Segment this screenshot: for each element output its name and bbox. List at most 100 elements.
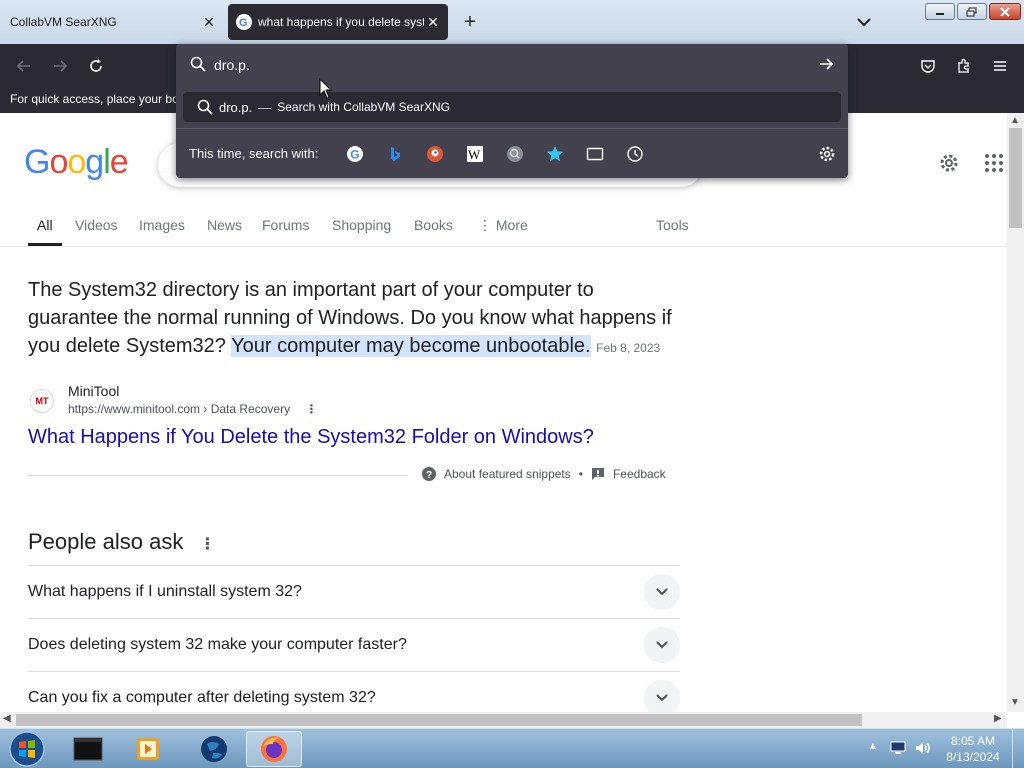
tab-books[interactable]: Books: [414, 217, 453, 233]
tab-images[interactable]: Images: [139, 217, 185, 233]
searxng-icon[interactable]: [504, 143, 526, 165]
paa-question-text: Can you fix a computer after deleting sy…: [28, 689, 376, 706]
horizontal-scrollbar-thumb[interactable]: [16, 714, 862, 726]
system-clock[interactable]: 8:05 AM 8/13/2024: [940, 733, 1006, 765]
tabs-icon[interactable]: [584, 143, 606, 165]
paa-question[interactable]: Does deleting system 32 make your comput…: [28, 618, 680, 671]
about-featured-snippets-link[interactable]: About featured snippets: [444, 467, 571, 481]
snippet-highlight: Your computer may become unbootable.: [231, 335, 591, 357]
tab-tools[interactable]: Tools: [656, 217, 689, 233]
back-button[interactable]: [10, 52, 38, 80]
tab-news[interactable]: News: [207, 217, 242, 233]
vertical-scrollbar-thumb[interactable]: [1009, 128, 1022, 228]
paa-menu-icon[interactable]: ⋮: [199, 536, 215, 553]
result-title-link[interactable]: What Happens if You Delete the System32 …: [28, 426, 594, 449]
source-site-name[interactable]: MiniTool: [68, 383, 119, 399]
tab-all[interactable]: All: [28, 217, 62, 246]
snippet-footer: ? About featured snippets • Feedback: [422, 467, 666, 481]
search-icon: [197, 99, 213, 115]
start-button[interactable]: [0, 731, 54, 767]
scroll-down-arrow-icon[interactable]: ▼: [1010, 697, 1020, 708]
list-all-tabs-chevron-icon[interactable]: [852, 10, 876, 34]
chevron-down-icon[interactable]: [644, 680, 680, 712]
tab-forums[interactable]: Forums: [262, 217, 309, 233]
suggestion-query: dro.p.: [219, 99, 253, 115]
suggestion-separator: —: [258, 99, 272, 115]
reload-button[interactable]: [82, 52, 110, 80]
scroll-up-arrow-icon[interactable]: ▲: [1010, 115, 1020, 126]
history-icon[interactable]: [624, 143, 646, 165]
svg-text:G: G: [350, 148, 359, 162]
close-tab-icon[interactable]: ✕: [200, 14, 218, 31]
window-minimize-button[interactable]: [925, 3, 955, 20]
people-also-ask-heading: People also ask ⋮: [28, 529, 215, 555]
google-results-page: Google All Videos Images News Forums Sho…: [0, 113, 1007, 712]
clock-date: 8/13/2024: [946, 750, 1000, 764]
show-hidden-icons-arrow-icon[interactable]: ▲: [868, 741, 878, 752]
windows-taskbar: ▲ 8:05 AM 8/13/2024: [0, 728, 1024, 768]
tab-more[interactable]: ⋮ More: [478, 217, 528, 234]
network-icon[interactable]: [890, 741, 906, 760]
wikipedia-icon[interactable]: W: [464, 143, 486, 165]
go-arrow-icon[interactable]: [818, 56, 834, 72]
divider: [176, 128, 848, 129]
taskbar-media-player-icon[interactable]: [120, 731, 176, 767]
google-icon[interactable]: G: [344, 143, 366, 165]
settings-gear-icon[interactable]: [937, 151, 961, 175]
svg-text:G: G: [239, 17, 248, 28]
url-input[interactable]: [214, 54, 794, 76]
show-desktop-button[interactable]: [1012, 729, 1024, 768]
tab-videos[interactable]: Videos: [75, 217, 118, 233]
new-tab-button[interactable]: +: [458, 10, 482, 34]
scroll-left-arrow-icon[interactable]: ◀: [3, 713, 11, 724]
tab-bar: CollabVM SearXNG ✕ G what happens if you…: [0, 0, 1024, 44]
app-menu-icon[interactable]: [986, 52, 1014, 80]
one-off-label: This time, search with:: [189, 146, 319, 161]
bookmarks-icon[interactable]: [544, 143, 566, 165]
clock-time: 8:05 AM: [950, 734, 996, 748]
logo-letter: g: [85, 143, 104, 181]
divider: [28, 475, 408, 476]
mouse-cursor-icon: [319, 78, 333, 99]
result-menu-icon[interactable]: ⋮: [305, 402, 317, 416]
search-filter-tabs: All Videos Images News Forums Shopping B…: [0, 213, 1007, 247]
forward-button[interactable]: [46, 52, 74, 80]
window-restore-button[interactable]: [957, 3, 987, 20]
address-bar[interactable]: [176, 44, 848, 84]
scroll-right-arrow-icon[interactable]: ▶: [994, 713, 1002, 724]
snippet-date: Feb 8, 2023: [596, 341, 661, 355]
one-off-search-buttons: This time, search with: G W: [176, 136, 848, 172]
pocket-icon[interactable]: [914, 52, 942, 80]
chevron-down-icon[interactable]: [644, 574, 680, 610]
volume-icon[interactable]: [914, 740, 932, 761]
google-apps-grid-icon[interactable]: [984, 153, 1004, 173]
search-settings-gear-icon[interactable]: [816, 143, 838, 165]
paa-question[interactable]: Can you fix a computer after deleting sy…: [28, 671, 680, 712]
window-close-button[interactable]: [989, 3, 1021, 20]
google-logo[interactable]: Google: [24, 143, 129, 182]
taskbar-firefox-icon[interactable]: [246, 731, 302, 767]
tab-title: what happens if you delete system32: [258, 15, 424, 29]
duckduckgo-icon[interactable]: [424, 143, 446, 165]
bing-icon[interactable]: [384, 143, 406, 165]
chevron-down-icon[interactable]: [644, 627, 680, 663]
source-url-text: https://www.minitool.com › Data Recovery: [68, 402, 291, 416]
close-tab-icon[interactable]: ✕: [424, 14, 442, 31]
svg-text:W: W: [468, 147, 481, 162]
tab-active-google[interactable]: G what happens if you delete system32 ✕: [228, 4, 448, 40]
taskbar-globe-icon[interactable]: [186, 731, 242, 767]
logo-letter: o: [67, 143, 86, 181]
search-suggestion-row[interactable]: dro.p. — Search with CollabVM SearXNG: [183, 92, 841, 122]
feedback-link[interactable]: Feedback: [613, 467, 666, 481]
extensions-icon[interactable]: [950, 52, 978, 80]
paa-question[interactable]: What happens if I uninstall system 32?: [28, 565, 680, 618]
source-url[interactable]: https://www.minitool.com › Data Recovery…: [68, 402, 317, 416]
tab-collabvm-searxng[interactable]: CollabVM SearXNG ✕: [0, 0, 224, 44]
paa-question-text: What happens if I uninstall system 32?: [28, 583, 302, 600]
svg-text:?: ?: [426, 470, 432, 481]
taskbar-cmd-icon[interactable]: [60, 731, 116, 767]
paa-title-text: People also ask: [28, 529, 184, 554]
featured-snippet-text: The System32 directory is an important p…: [28, 276, 688, 362]
logo-letter: o: [49, 143, 68, 181]
tab-shopping[interactable]: Shopping: [332, 217, 391, 233]
